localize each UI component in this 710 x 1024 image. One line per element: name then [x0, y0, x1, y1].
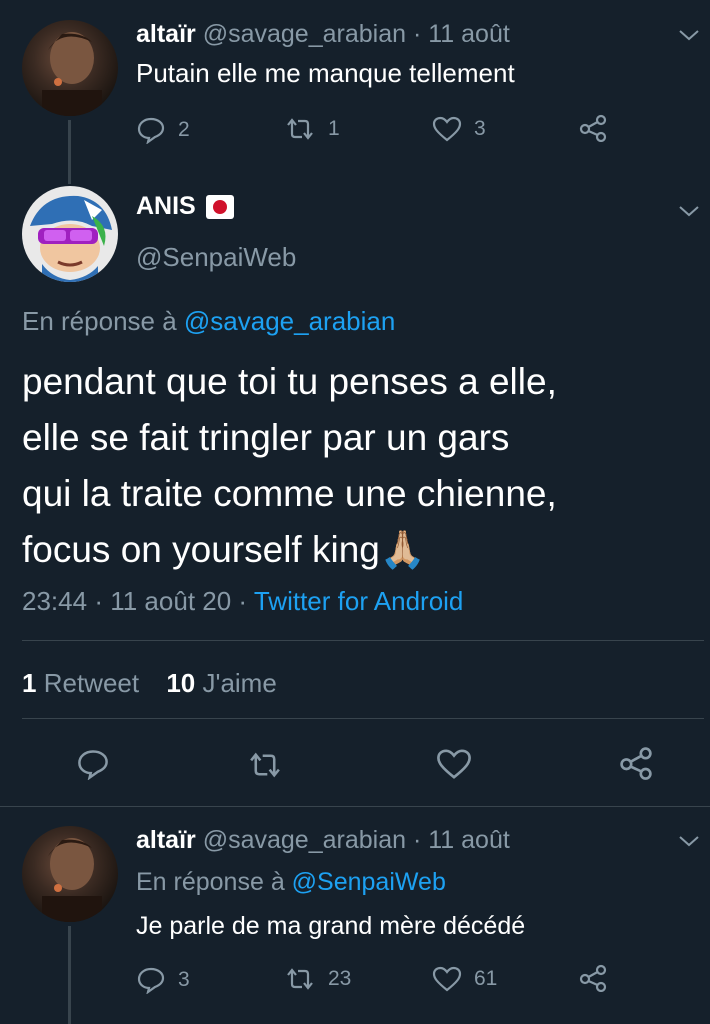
reply-count: 2 — [178, 118, 190, 141]
tweet-text: Putain elle me manque tellement — [136, 58, 515, 88]
tweet-body: pendant que toi tu penses a elle, elle s… — [22, 354, 702, 578]
tweet-text: Je parle de ma grand mère décédé — [136, 912, 526, 940]
handle[interactable]: @savage_arabian — [203, 826, 406, 854]
tweet-meta: 23:44 · 11 août 20 · Twitter for Android — [22, 586, 463, 617]
chevron-down-icon[interactable] — [678, 28, 700, 42]
separator: · — [238, 586, 248, 616]
tweet-header: altaïr @savage_arabian · 11 août — [136, 20, 510, 49]
display-name[interactable]: ANIS — [136, 192, 196, 221]
retweet-button[interactable]: 23 — [284, 966, 351, 992]
reply-to-link[interactable]: @savage_arabian — [184, 306, 395, 336]
heart-icon — [432, 966, 462, 992]
share-button[interactable] — [578, 964, 608, 992]
reply-to-link[interactable]: @SenpaiWeb — [292, 868, 446, 896]
separator: · — [412, 20, 422, 48]
tweet-line-last: focus on yourself king🙏🏼 — [22, 522, 702, 578]
reply-button[interactable] — [76, 748, 110, 780]
timestamp[interactable]: 11 août — [428, 20, 510, 48]
praying-hands-emoji: 🙏🏼 — [379, 529, 426, 570]
retweet-count: 1 — [22, 668, 37, 698]
like-label: J'aime — [202, 668, 277, 698]
display-name[interactable]: altaïr — [136, 826, 196, 854]
handle[interactable]: @SenpaiWeb — [136, 242, 296, 273]
display-name[interactable]: altaïr — [136, 20, 196, 48]
reply-icon — [78, 750, 108, 780]
tweet-date: 11 août 20 — [110, 586, 232, 616]
divider — [22, 718, 704, 719]
separator: · — [412, 826, 422, 854]
tweet-line: qui la traite comme une chienne, — [22, 473, 557, 514]
share-button[interactable] — [578, 114, 608, 142]
avatar[interactable] — [22, 186, 118, 282]
tweet-line: pendant que toi tu penses a elle, — [22, 361, 557, 402]
retweet-count: 1 — [328, 117, 340, 140]
like-count: 3 — [474, 117, 486, 140]
avatar[interactable] — [22, 20, 118, 116]
like-button[interactable]: 61 — [432, 966, 497, 992]
share-button[interactable] — [618, 746, 654, 780]
chevron-down-icon[interactable] — [678, 834, 700, 848]
like-button[interactable]: 3 — [432, 116, 486, 142]
retweet-icon — [287, 968, 313, 990]
reply-icon — [137, 117, 165, 144]
divider — [0, 806, 710, 807]
reply-prefix: En réponse à — [22, 306, 177, 336]
flag-badge-icon — [205, 194, 234, 219]
display-name-row: ANIS — [136, 192, 234, 221]
avatar[interactable] — [22, 826, 118, 922]
reply-count: 3 — [178, 968, 190, 991]
tweet-line: elle se fait tringler par un gars — [22, 417, 510, 458]
retweet-count: 23 — [328, 967, 352, 990]
tweet-source-link[interactable]: Twitter for Android — [254, 586, 464, 616]
retweets-stat[interactable]: 1 Retweet — [22, 668, 146, 698]
thread-line — [68, 120, 71, 184]
retweet-icon — [250, 752, 280, 778]
retweet-icon — [287, 118, 313, 140]
reply-button[interactable]: 3 — [136, 966, 190, 994]
separator: · — [94, 586, 103, 616]
tweet-header: altaïr @savage_arabian · 11 août — [136, 826, 510, 855]
thread-line — [68, 926, 71, 1024]
reply-context: En réponse à @SenpaiWeb — [136, 868, 446, 897]
divider — [22, 640, 704, 641]
retweet-label: Retweet — [43, 668, 140, 698]
like-count: 61 — [474, 967, 498, 990]
tweet-line: focus on yourself king — [22, 529, 380, 570]
timestamp[interactable]: 11 août — [428, 826, 510, 854]
like-count: 10 — [166, 668, 196, 698]
share-icon — [579, 114, 607, 142]
reply-prefix: En réponse à — [136, 868, 285, 896]
reply-context: En réponse à @savage_arabian — [22, 306, 395, 337]
retweet-button[interactable]: 1 — [284, 116, 340, 142]
share-icon — [579, 964, 607, 992]
handle[interactable]: @savage_arabian — [203, 20, 406, 48]
reply-button[interactable]: 2 — [136, 116, 190, 144]
engagement-stats: 1 Retweet 10 J'aime — [22, 668, 277, 699]
heart-icon — [432, 116, 462, 142]
retweet-button[interactable] — [246, 750, 284, 780]
tweet-time: 23:44 — [22, 586, 88, 616]
heart-icon — [437, 749, 471, 779]
likes-stat[interactable]: 10 J'aime — [166, 668, 276, 698]
like-button[interactable] — [436, 748, 472, 780]
chevron-down-icon[interactable] — [678, 204, 700, 218]
reply-icon — [137, 967, 165, 994]
share-icon — [620, 747, 652, 780]
